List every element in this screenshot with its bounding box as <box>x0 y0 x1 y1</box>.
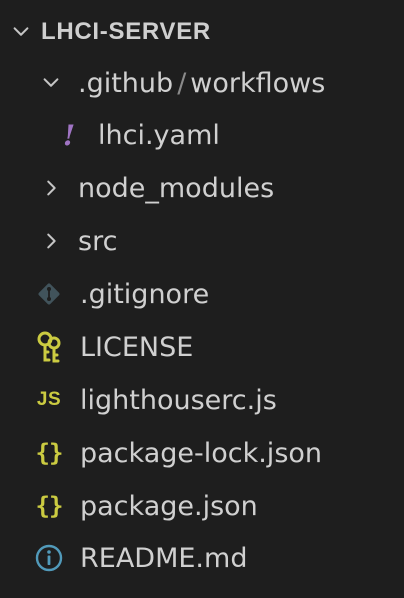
chevron-down-icon[interactable] <box>8 19 34 45</box>
path-separator: / <box>177 67 187 99</box>
tree-item-package-lock-json[interactable]: {} package-lock.json <box>0 427 404 479</box>
json-icon: {} <box>35 492 64 520</box>
chevron-right-icon[interactable] <box>38 175 64 201</box>
license-key-icon <box>32 330 66 364</box>
folder-label-github: .github <box>78 67 174 99</box>
file-label: lighthouserc.js <box>80 384 277 416</box>
tree-item-license[interactable]: LICENSE <box>0 321 404 373</box>
tree-item-src[interactable]: src <box>0 215 404 267</box>
tree-item-gitignore[interactable]: .gitignore <box>0 268 404 320</box>
tree-item-readme-md[interactable]: README.md <box>0 532 404 584</box>
js-icon: JS <box>36 389 62 410</box>
folder-label-workflows: workflows <box>190 67 326 99</box>
tree-item-package-json[interactable]: {} package.json <box>0 480 404 532</box>
yaml-icon: ! <box>62 118 76 152</box>
file-label: README.md <box>80 542 248 574</box>
tree-item-lhci-yaml[interactable]: ! lhci.yaml <box>0 109 404 161</box>
explorer-root-folder[interactable]: LHCI-SERVER <box>0 6 404 58</box>
folder-label: src <box>78 225 118 257</box>
json-icon: {} <box>35 439 64 467</box>
file-label: package.json <box>80 490 258 522</box>
chevron-right-icon[interactable] <box>38 228 64 254</box>
file-label: LICENSE <box>80 331 194 363</box>
tree-item-github-workflows[interactable]: .github / workflows <box>0 57 404 109</box>
folder-label: node_modules <box>78 172 275 204</box>
tree-item-node-modules[interactable]: node_modules <box>0 162 404 214</box>
file-label: package-lock.json <box>80 437 323 469</box>
root-folder-label: LHCI-SERVER <box>41 18 211 45</box>
info-icon <box>32 541 66 575</box>
git-icon <box>32 277 66 311</box>
file-label: lhci.yaml <box>98 119 220 151</box>
file-label: .gitignore <box>80 278 210 310</box>
tree-item-lighthouserc-js[interactable]: JS lighthouserc.js <box>0 374 404 426</box>
chevron-down-icon[interactable] <box>38 70 64 96</box>
file-explorer: LHCI-SERVER .github / workflows ! lhci.y… <box>0 0 404 598</box>
